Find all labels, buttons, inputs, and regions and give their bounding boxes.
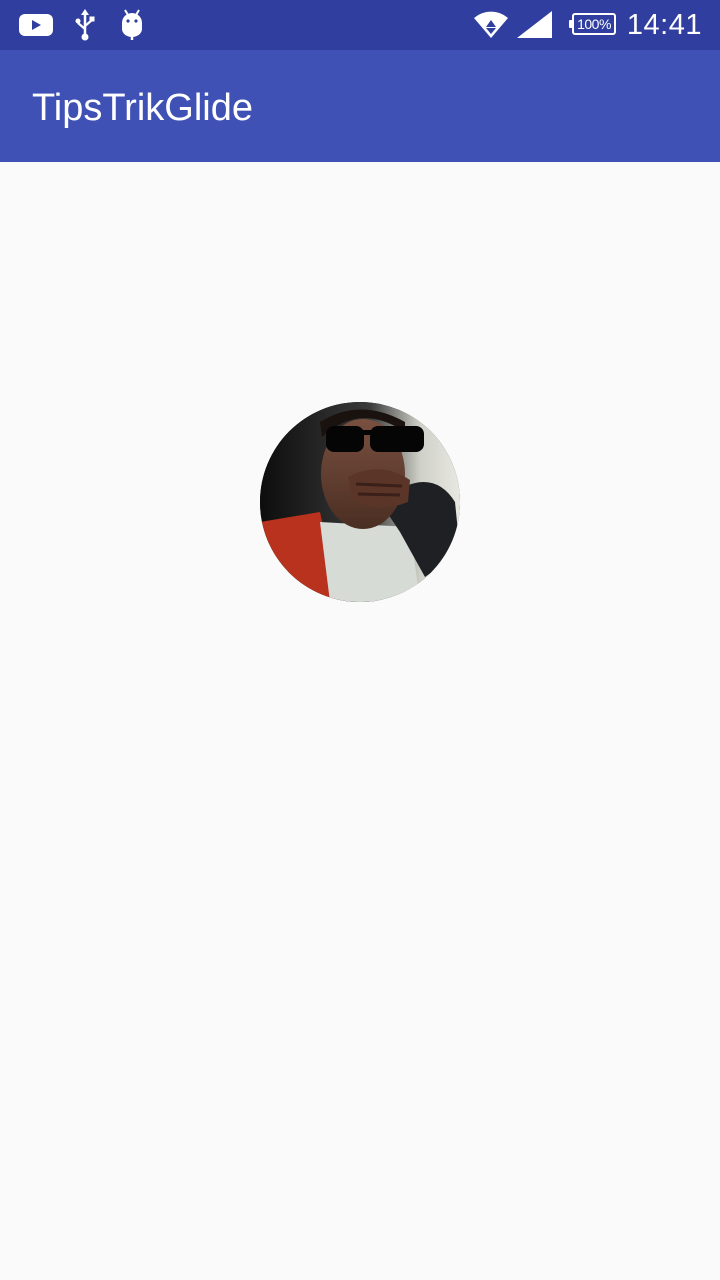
profile-photo bbox=[260, 402, 460, 602]
signal-icon bbox=[516, 0, 554, 50]
status-bar: 100% 14:41 bbox=[0, 0, 720, 50]
app-bar: TipsTrikGlide bbox=[0, 50, 720, 162]
app-title: TipsTrikGlide bbox=[32, 87, 253, 129]
android-debug-icon bbox=[118, 0, 146, 50]
wifi-icon bbox=[472, 0, 510, 50]
battery-icon: 100% bbox=[569, 13, 616, 35]
main-content bbox=[0, 162, 720, 1280]
status-time: 14:41 bbox=[626, 9, 702, 41]
battery-label: 100% bbox=[577, 16, 611, 32]
usb-icon bbox=[72, 0, 98, 50]
youtube-icon bbox=[18, 0, 54, 50]
